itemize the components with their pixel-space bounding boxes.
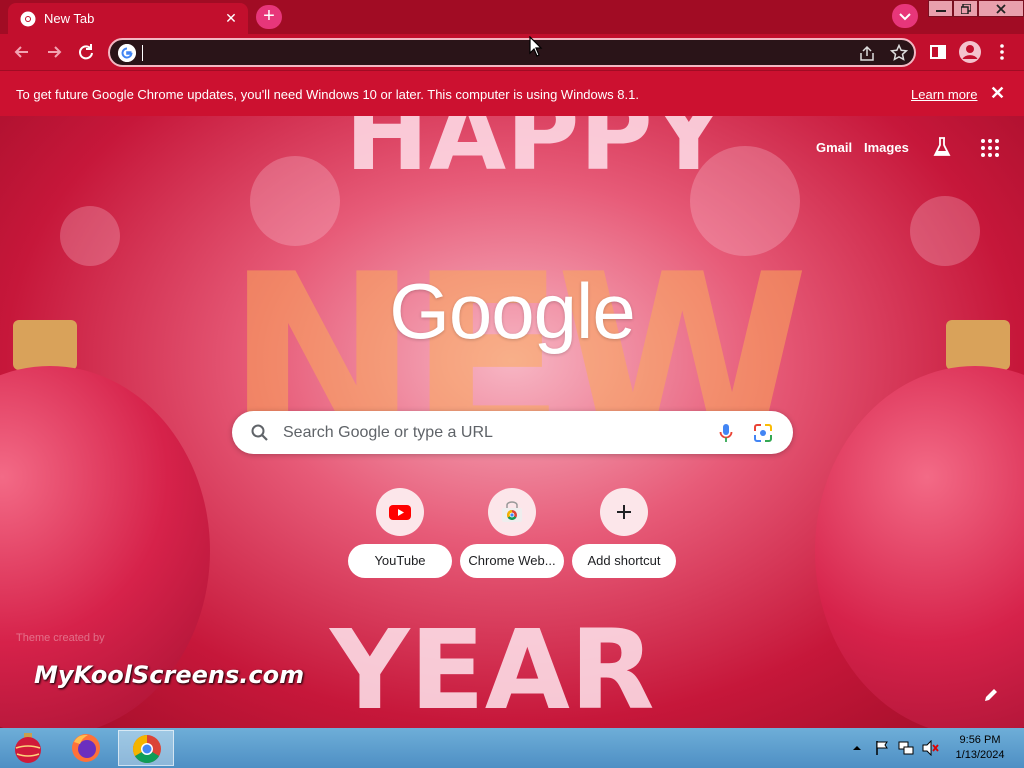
chevron-down-icon [899,13,911,21]
minimize-button[interactable] [928,0,953,17]
clock-date: 1/13/2024 [955,749,1005,761]
shortcut-label: Chrome Web... [460,544,564,578]
share-icon[interactable] [858,45,876,63]
chrome-icon [20,11,36,27]
google-icon [118,44,136,62]
address-bar[interactable] [108,38,916,67]
close-icon [996,4,1006,14]
shortcut-add[interactable]: Add shortcut [572,488,676,580]
ornament-cap [946,320,1010,370]
more-menu-icon[interactable] [996,42,1008,62]
reload-icon[interactable] [76,42,96,62]
apps-grid-icon[interactable] [980,138,1000,158]
minimize-icon [935,10,946,12]
mouse-cursor-icon [529,36,543,57]
google-logo: Google [389,267,636,355]
omnibox-input[interactable] [142,43,842,63]
title-bar: New Tab ✕ + [0,0,1024,34]
ornament-right [815,366,1024,728]
shortcut-icon-circle [488,488,536,536]
search-input[interactable] [283,423,703,443]
search-icon [251,424,268,441]
chrome-icon [133,735,161,763]
system-clock[interactable]: 9:56 PM 1/13/2024 [948,733,1012,763]
gmail-link[interactable]: Gmail [816,140,852,155]
theme-text-top: HAPPY [345,116,726,193]
firefox-icon [72,734,100,762]
google-lens-icon[interactable] [753,423,773,443]
infobar-message: To get future Google Chrome updates, you… [16,87,639,102]
learn-more-link[interactable]: Learn more [911,87,977,102]
volume-muted-icon[interactable] [922,740,940,756]
bokeh-light [910,196,980,266]
taskbar-firefox[interactable] [58,730,114,766]
close-window-button[interactable] [978,0,1024,17]
ornament-start-icon [15,733,41,763]
restore-button[interactable] [953,0,978,17]
windows-taskbar: 9:56 PM 1/13/2024 [0,728,1024,768]
start-button[interactable] [0,730,56,766]
theme-text-bottom: YEAR [330,606,655,728]
customize-pencil-icon[interactable] [982,686,1000,704]
new-tab-button[interactable]: + [256,5,282,29]
show-hidden-icons-icon[interactable] [852,744,862,752]
tab-close-icon[interactable]: ✕ [222,9,240,27]
restore-icon [960,4,971,14]
back-icon[interactable] [12,42,32,62]
update-infobar: To get future Google Chrome updates, you… [0,70,1024,116]
forward-icon[interactable] [44,42,64,62]
window-controls [928,0,1024,18]
clock-time: 9:56 PM [959,734,1001,746]
theme-credit[interactable]: Theme created by [16,632,105,644]
labs-flask-icon[interactable] [932,136,952,158]
shortcut-label: YouTube [348,544,452,578]
bookmark-star-icon[interactable] [890,44,908,62]
youtube-icon [389,505,411,520]
infobar-close-icon[interactable]: ✕ [990,83,1005,104]
plus-icon [617,505,631,519]
shortcut-icon-circle [376,488,424,536]
tab-title: New Tab [44,11,95,26]
ornament-cap [13,320,77,370]
shortcut-youtube[interactable]: YouTube [348,488,452,580]
tab-search-button[interactable] [892,4,918,28]
bokeh-light [60,206,120,266]
shortcut-icon-circle [600,488,648,536]
watermark-text: MyKoolScreens.com [34,661,305,689]
side-panel-icon[interactable] [928,42,948,62]
text-caret [142,45,143,61]
search-box[interactable] [232,411,793,454]
plus-icon: + [263,5,275,27]
tab-new-tab[interactable]: New Tab ✕ [8,3,248,34]
action-center-flag-icon[interactable] [874,740,890,756]
toolbar [0,34,1024,70]
chrome-web-store-icon [502,501,522,522]
taskbar-chrome[interactable] [118,730,174,766]
new-tab-page: HAPPY NEW YEAR Gmail Images Google Searc… [0,116,1024,728]
images-link[interactable]: Images [864,140,909,155]
network-icon[interactable] [898,740,914,756]
microphone-icon[interactable] [718,423,734,443]
profile-avatar-icon[interactable] [958,40,982,64]
shortcut-chrome-web-store[interactable]: Chrome Web... [460,488,564,580]
shortcut-label: Add shortcut [572,544,676,578]
